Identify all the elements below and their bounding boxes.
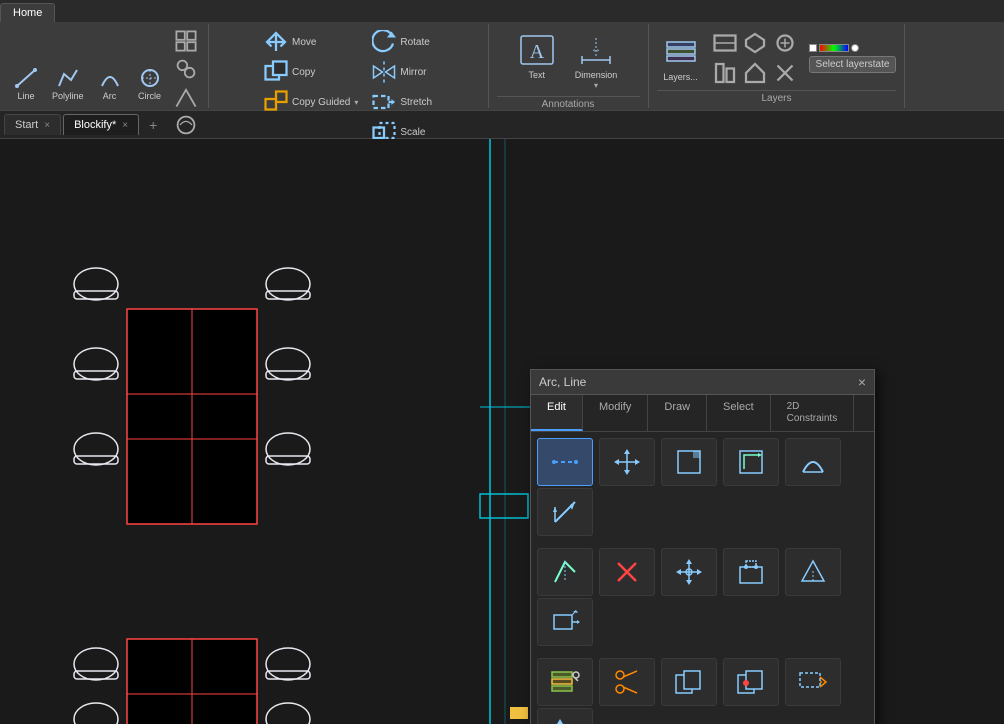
panel-tab-2d[interactable]: 2DConstraints [771, 395, 855, 431]
panel-btn-copyplain[interactable] [661, 658, 717, 706]
ribbon-group-modify: Move Copy [209, 24, 489, 108]
layers-group-items: Layers... [657, 28, 897, 88]
panel-btn-dashline[interactable] [537, 438, 593, 486]
ribbon-tabs: Home [0, 0, 1004, 22]
layer-icon3[interactable] [771, 29, 799, 57]
panel-tab-select[interactable]: Select [707, 395, 771, 431]
tab-blockify[interactable]: Blockify* × [63, 114, 139, 135]
tab-blockify-close[interactable]: × [122, 120, 128, 131]
panel-tabs: Edit Modify Draw Select 2DConstraints [531, 395, 874, 432]
panel-tab-draw[interactable]: Draw [648, 395, 707, 431]
move-button[interactable]: Move [260, 28, 362, 56]
panel-btn-rectreverse[interactable] [723, 438, 779, 486]
panel-title-bar[interactable]: Arc, Line × [531, 370, 874, 395]
panel-btn-movecross[interactable] [661, 548, 717, 596]
draw-more-btn2[interactable] [172, 56, 200, 82]
panel-btn-rectlightning[interactable] [785, 658, 841, 706]
panel-tab-modify[interactable]: Modify [583, 395, 648, 431]
tab-add-button[interactable]: + [141, 113, 165, 137]
ribbon-tab-home[interactable]: Home [0, 3, 55, 22]
panel-btn-moveall[interactable] [599, 438, 655, 486]
panel-icon-grid-row3 [531, 652, 874, 724]
ribbon-group-annotations: A Text ↔ Dimension ▾ Ann [489, 24, 649, 108]
panel-btn-rectarrowout[interactable] [537, 598, 593, 646]
svg-text:↔: ↔ [591, 44, 601, 55]
arc-button[interactable]: Arc [92, 64, 128, 103]
panel-btn-arcshape[interactable] [785, 438, 841, 486]
rotate-button[interactable]: Rotate [368, 28, 436, 56]
layer-icon2[interactable] [741, 29, 769, 57]
polyline-button[interactable]: Polyline [48, 64, 88, 103]
layer-icon6[interactable] [771, 59, 799, 87]
panel-btn-copyplus[interactable] [723, 658, 779, 706]
layer-icon1[interactable] [711, 29, 739, 57]
panel-btn-scissors[interactable] [599, 658, 655, 706]
canvas-area: Arc, Line × Edit Modify Draw Select 2DCo… [0, 139, 1004, 724]
panel-btn-rectcorner[interactable] [661, 438, 717, 486]
line-button[interactable]: Line [8, 64, 44, 103]
tab-start[interactable]: Start × [4, 114, 61, 135]
text-button[interactable]: A Text [513, 28, 561, 85]
draw-more-btn4[interactable] [172, 112, 200, 138]
tab-start-close[interactable]: × [44, 120, 50, 131]
layer-icon4[interactable] [711, 59, 739, 87]
svg-text:A: A [530, 41, 545, 63]
draw-more-btn3[interactable] [172, 84, 200, 110]
ribbon-group-layers: Layers... [649, 24, 906, 108]
draw-more-btn1[interactable] [172, 28, 200, 54]
panel-btn-delete[interactable] [599, 548, 655, 596]
panel-btn-movelightning[interactable] [537, 708, 593, 724]
layers-button[interactable]: Layers... [657, 30, 705, 87]
ribbon-content: Line Polyline Arc [0, 22, 1004, 110]
panel-btn-arcedit1[interactable] [537, 548, 593, 596]
panel-icon-grid-row2 [531, 542, 874, 652]
copy-guided-button[interactable]: Copy Guided ▾ [260, 88, 362, 116]
circle-button[interactable]: Circle [132, 64, 168, 103]
panel-btn-anglearrow[interactable] [537, 488, 593, 536]
tabs-bar: Start × Blockify* × + [0, 111, 1004, 139]
ribbon: Home Line Polyl [0, 0, 1004, 111]
stretch-button[interactable]: Stretch [368, 88, 436, 116]
panel-btn-triangle[interactable] [785, 548, 841, 596]
panel-btn-layersedit[interactable] [537, 658, 593, 706]
layer-icon5[interactable] [741, 59, 769, 87]
select-layerstate-button[interactable]: Select layerstate [809, 56, 897, 73]
floating-panel: Arc, Line × Edit Modify Draw Select 2DCo… [530, 369, 875, 724]
panel-close-button[interactable]: × [858, 374, 866, 390]
annotations-group-items: A Text ↔ Dimension ▾ [513, 28, 624, 94]
ribbon-group-draw: Line Polyline Arc [0, 24, 209, 108]
modify-group-items: Move Copy [260, 28, 436, 146]
copy-button[interactable]: Copy [260, 58, 362, 86]
panel-icon-grid-row1 [531, 432, 874, 542]
panel-btn-rectdots[interactable] [723, 548, 779, 596]
panel-tab-edit[interactable]: Edit [531, 395, 583, 431]
dimension-button[interactable]: ↔ Dimension ▾ [569, 28, 624, 94]
mirror-button[interactable]: Mirror [368, 58, 436, 86]
